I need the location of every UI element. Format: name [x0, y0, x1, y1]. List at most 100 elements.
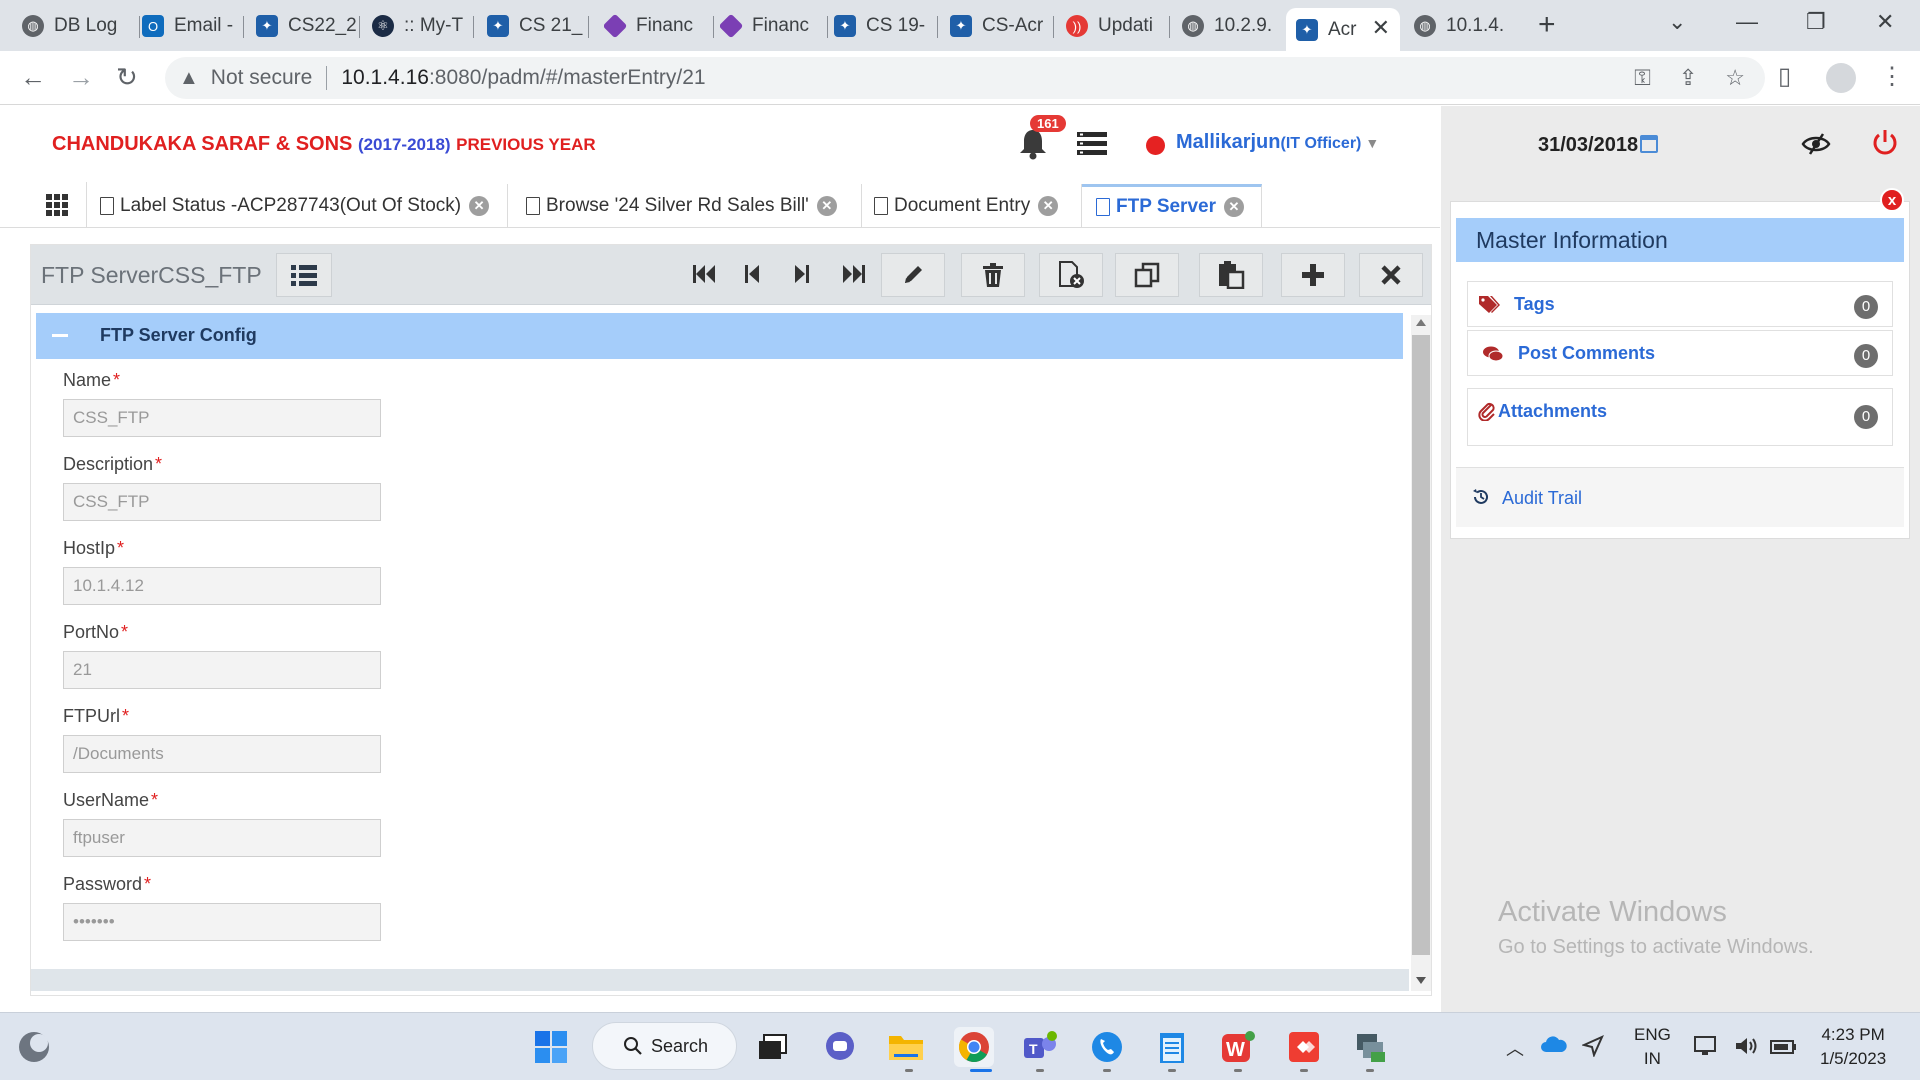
close-tab-icon[interactable]: ✕	[816, 195, 837, 216]
list-view-button[interactable]	[276, 253, 332, 297]
widgets-icon[interactable]	[14, 1027, 54, 1067]
address-bar[interactable]: ▲ Not secure 10.1.4.16 :8080/padm/#/mast…	[165, 57, 1765, 99]
user-menu[interactable]: Mallikarjun(IT Officer) ▼	[1176, 131, 1379, 154]
minimize-icon[interactable]: —	[1736, 9, 1758, 35]
teams-icon[interactable]: T	[1020, 1027, 1060, 1067]
browser-tab[interactable]: ◍ DB Log	[22, 8, 140, 44]
username-field[interactable]	[63, 819, 381, 857]
tab-browse-sales-bill[interactable]: Browse '24 Silver Rd Sales Bill' ✕	[526, 184, 862, 227]
volume-icon[interactable]	[1734, 1035, 1760, 1062]
paste-icon	[1219, 261, 1245, 289]
forward-icon[interactable]: →	[68, 62, 94, 93]
share-icon[interactable]: ⇪	[1679, 65, 1697, 91]
remote-desktop-icon[interactable]	[1350, 1027, 1390, 1067]
hostip-field[interactable]	[63, 567, 381, 605]
close-tab-icon[interactable]: ✕	[469, 195, 490, 216]
section-header-ftp-config[interactable]: FTP Server Config	[36, 313, 1403, 359]
taskbar-search[interactable]: Search	[592, 1022, 737, 1070]
start-icon[interactable]	[531, 1027, 571, 1067]
audit-trail-link[interactable]: Audit Trail	[1456, 467, 1904, 527]
browser-tab[interactable]: O Email -	[142, 8, 244, 44]
onedrive-icon[interactable]	[1540, 1035, 1568, 1058]
name-field[interactable]	[63, 399, 381, 437]
add-button[interactable]	[1281, 253, 1345, 297]
cancel-document-button[interactable]	[1039, 253, 1103, 297]
close-tab-icon[interactable]: ✕	[1223, 197, 1244, 217]
server-list-icon[interactable]	[1077, 132, 1107, 156]
close-window-icon[interactable]: ✕	[1876, 9, 1894, 35]
profile-icon[interactable]	[1826, 63, 1856, 93]
close-master-panel-button[interactable]: x	[1880, 188, 1904, 212]
attachments-item[interactable]: Attachments 0	[1467, 388, 1893, 446]
copy-button[interactable]	[1115, 253, 1179, 297]
edit-button[interactable]	[881, 253, 945, 297]
reload-icon[interactable]: ↻	[116, 62, 138, 93]
tags-item[interactable]: Tags 0	[1467, 281, 1893, 327]
tab-ftp-server[interactable]: FTP Server ✕	[1082, 184, 1262, 227]
sidepanel-icon[interactable]: ▯	[1778, 62, 1791, 91]
scrollbar-thumb[interactable]	[1412, 335, 1430, 955]
chrome-icon[interactable]	[954, 1027, 994, 1067]
browser-tab[interactable]: )) Updati	[1066, 8, 1170, 44]
tab-search-icon[interactable]: ⌄	[1668, 9, 1686, 35]
browser-tab-label: 10.2.9.	[1214, 15, 1273, 36]
browser-tab[interactable]: ⚛ :: My-T	[372, 8, 474, 44]
back-icon[interactable]: ←	[20, 62, 46, 93]
browser-tab[interactable]: ◍ 10.1.4.	[1414, 8, 1518, 44]
anydesk-icon[interactable]	[1284, 1027, 1324, 1067]
chevron-up-icon[interactable]: ︿	[1506, 1035, 1524, 1061]
power-icon[interactable]	[1871, 128, 1899, 158]
ftpurl-field[interactable]	[63, 735, 381, 773]
first-record-icon[interactable]	[693, 263, 717, 285]
network-icon[interactable]	[1694, 1035, 1720, 1062]
bell-icon[interactable]	[1018, 128, 1048, 160]
scroll-up-icon[interactable]	[1416, 319, 1426, 326]
description-field[interactable]	[63, 483, 381, 521]
last-record-icon[interactable]	[841, 263, 865, 285]
previous-record-icon[interactable]	[745, 263, 761, 285]
more-menu-icon[interactable]: ⋮	[1880, 62, 1904, 91]
language-indicator[interactable]: ENG IN	[1634, 1023, 1671, 1071]
browser-tab[interactable]: ✦ CS 21_	[487, 8, 589, 44]
notepad-icon[interactable]	[1152, 1027, 1192, 1067]
wps-office-icon[interactable]: W	[1218, 1027, 1258, 1067]
collapse-icon[interactable]	[52, 334, 68, 337]
tab-label-status[interactable]: Label Status -ACP287743(Out Of Stock) ✕	[100, 184, 508, 227]
paste-button[interactable]	[1199, 253, 1263, 297]
file-explorer-icon[interactable]	[886, 1027, 926, 1067]
browser-tab-label: 10.1.4.	[1446, 15, 1505, 36]
next-record-icon[interactable]	[793, 263, 809, 285]
eye-slash-icon[interactable]	[1801, 132, 1831, 156]
task-view-icon[interactable]	[753, 1027, 793, 1067]
delete-button[interactable]	[961, 253, 1025, 297]
post-comments-item[interactable]: Post Comments 0	[1467, 330, 1893, 376]
user-name: Mallikarjun	[1176, 131, 1281, 153]
restore-icon[interactable]: ❐	[1806, 9, 1826, 35]
close-tab-icon[interactable]: ✕	[1372, 15, 1390, 41]
password-field[interactable]	[63, 903, 381, 941]
system-clock[interactable]: 4:23 PM 1/5/2023	[1820, 1023, 1886, 1071]
browser-tab[interactable]: ✦ CS 19-	[834, 8, 938, 44]
browser-tab[interactable]: Financ	[720, 8, 828, 44]
chat-icon[interactable]	[820, 1027, 860, 1067]
browser-tab[interactable]: Financ	[604, 8, 714, 44]
new-tab-button[interactable]: +	[1538, 8, 1556, 42]
browser-tab[interactable]: ◍ 10.2.9.	[1182, 8, 1282, 44]
date-picker[interactable]: 31/03/2018	[1538, 134, 1659, 157]
calendar-icon[interactable]	[1640, 135, 1659, 153]
form-scrollbar[interactable]	[1411, 315, 1431, 991]
location-icon[interactable]	[1580, 1035, 1604, 1062]
apps-grid-icon[interactable]	[46, 194, 68, 216]
close-tab-icon[interactable]: ✕	[1038, 195, 1059, 216]
close-form-button[interactable]	[1359, 253, 1423, 297]
phone-app-icon[interactable]	[1087, 1027, 1127, 1067]
tab-document-entry[interactable]: Document Entry ✕	[874, 184, 1082, 227]
key-icon[interactable]: ⚿	[1634, 65, 1651, 91]
battery-icon[interactable]	[1770, 1035, 1798, 1062]
browser-tab-active[interactable]: ✦ Acr ✕	[1286, 8, 1400, 51]
portno-field[interactable]	[63, 651, 381, 689]
browser-tab[interactable]: ✦ CS22_2	[256, 8, 360, 44]
scroll-down-icon[interactable]	[1416, 977, 1426, 984]
star-icon[interactable]: ☆	[1725, 65, 1745, 91]
browser-tab[interactable]: ✦ CS-Acr	[950, 8, 1054, 44]
